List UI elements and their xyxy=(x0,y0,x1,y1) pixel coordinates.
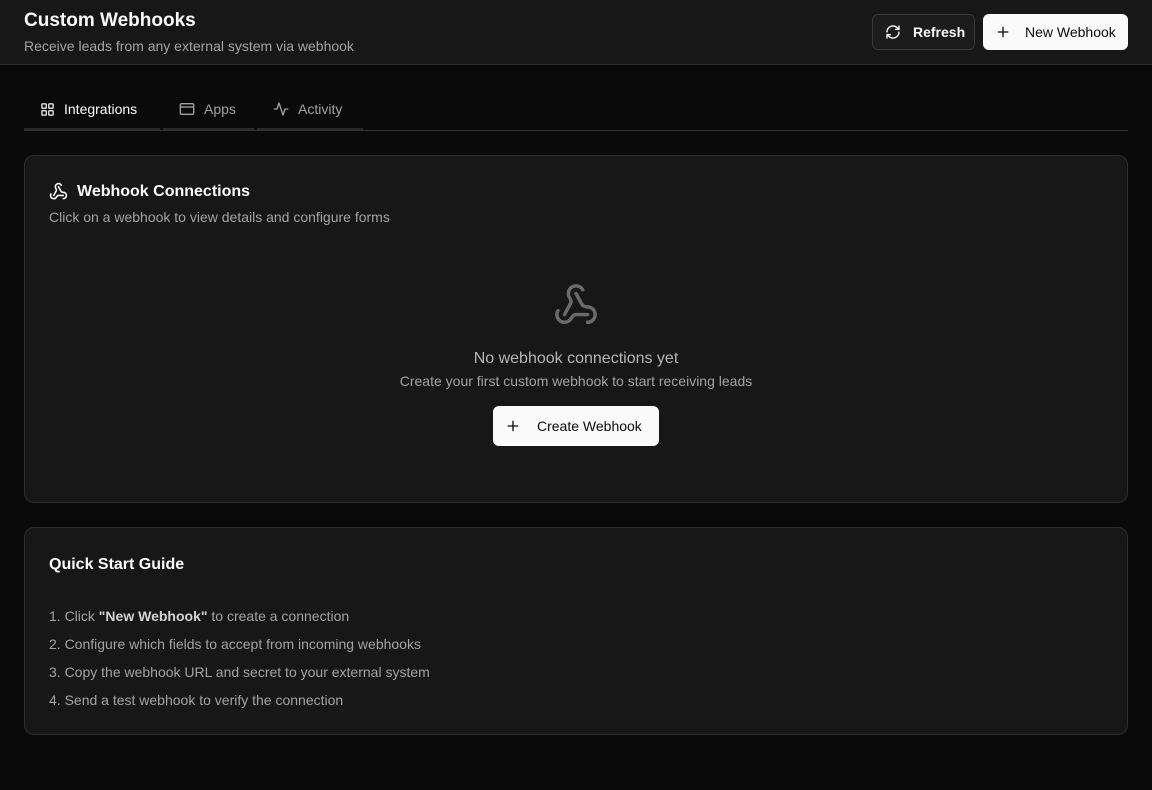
guide-step: 3. Copy the webhook URL and secret to yo… xyxy=(49,664,430,680)
webhook-connections-card: Webhook Connections Click on a webhook t… xyxy=(24,155,1128,503)
connections-title: Webhook Connections xyxy=(49,182,250,201)
grid-icon xyxy=(40,102,55,117)
guide-step: 1. Click "New Webhook" to create a conne… xyxy=(49,608,349,624)
tab-apps-label: Apps xyxy=(204,101,236,117)
refresh-button[interactable]: Refresh xyxy=(872,14,975,50)
plus-icon xyxy=(505,418,521,434)
tab-activity[interactable]: Activity xyxy=(273,88,342,130)
connections-title-label: Webhook Connections xyxy=(77,182,251,200)
refresh-icon xyxy=(885,24,901,40)
tab-bar: Integrations Apps Activity xyxy=(24,88,1128,131)
guide-step: 2. Configure which fields to accept from… xyxy=(49,636,421,652)
refresh-label: Refresh xyxy=(913,24,966,40)
step-prefix: 1. Click xyxy=(49,608,99,624)
activity-icon xyxy=(273,101,289,117)
webhook-icon xyxy=(49,182,68,201)
connections-description: Click on a webhook to view details and c… xyxy=(49,209,390,225)
new-webhook-label: New Webhook xyxy=(1025,24,1116,40)
guide-step: 4. Send a test webhook to verify the con… xyxy=(49,692,344,708)
plus-icon xyxy=(995,24,1011,40)
page-header: Custom Webhooks Receive leads from any e… xyxy=(0,0,1152,65)
page-title: Custom Webhooks xyxy=(24,10,196,31)
step-bold: "New Webhook" xyxy=(98,608,208,624)
create-webhook-label: Create Webhook xyxy=(537,418,642,434)
webhook-empty-icon xyxy=(553,282,599,333)
page-subtitle: Receive leads from any external system v… xyxy=(24,38,354,54)
window-icon xyxy=(179,101,195,117)
new-webhook-button[interactable]: New Webhook xyxy=(983,14,1128,50)
empty-state-title: No webhook connections yet xyxy=(473,350,679,367)
step-suffix: to create a connection xyxy=(207,608,350,624)
tab-integrations-label: Integrations xyxy=(64,101,138,117)
empty-state-subtitle: Create your first custom webhook to star… xyxy=(399,373,753,389)
tab-integrations[interactable]: Integrations xyxy=(40,88,137,130)
tab-activity-label: Activity xyxy=(298,101,343,117)
create-webhook-button[interactable]: Create Webhook xyxy=(493,406,659,446)
tab-apps[interactable]: Apps xyxy=(179,88,236,130)
quick-start-guide-card: Quick Start Guide 1. Click "New Webhook"… xyxy=(24,527,1128,735)
guide-title: Quick Start Guide xyxy=(49,556,185,573)
